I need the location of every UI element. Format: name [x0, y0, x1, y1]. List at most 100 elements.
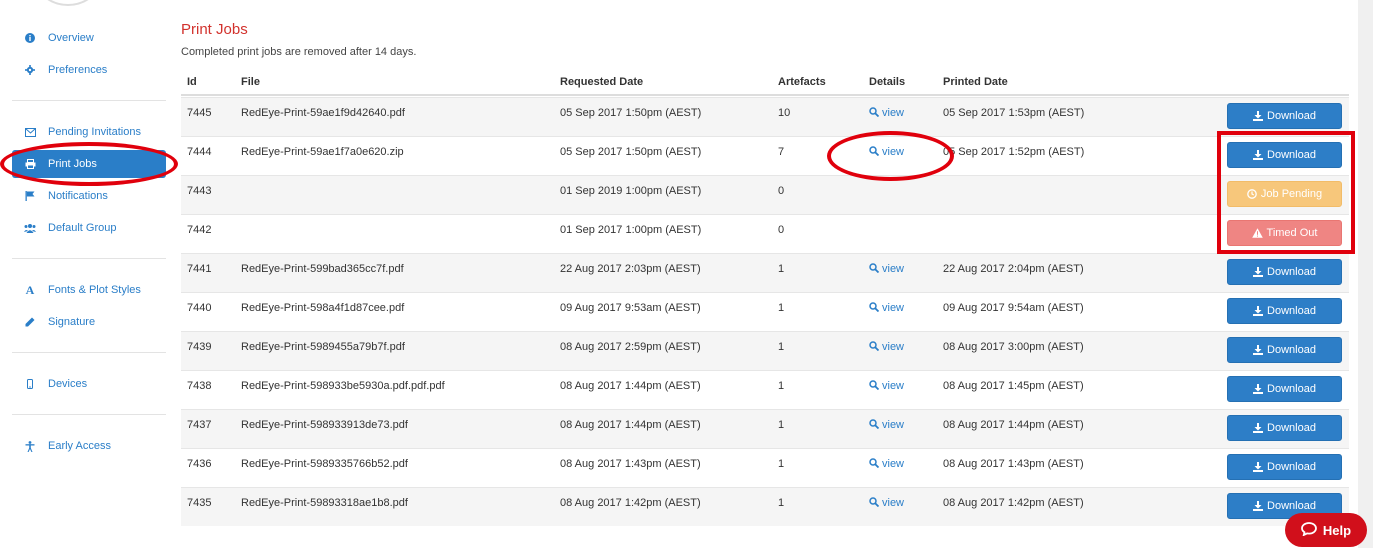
- download-button[interactable]: Download: [1227, 259, 1342, 285]
- divider: [12, 100, 166, 101]
- sidebar-item-label: Devices: [48, 378, 88, 390]
- pencil-icon: [12, 317, 48, 327]
- artefacts-count: 1: [778, 263, 785, 275]
- job-id: 7440: [187, 302, 212, 314]
- job-id: 7444: [187, 146, 212, 158]
- view-details-link[interactable]: view: [869, 302, 904, 315]
- view-label: view: [882, 302, 905, 314]
- download-button[interactable]: Download: [1227, 454, 1342, 480]
- divider: [12, 352, 166, 353]
- column-header-requested-date: Requested Date: [560, 76, 644, 88]
- info-circle-icon: [12, 33, 48, 43]
- artefacts-count: 7: [778, 146, 785, 158]
- mobile-icon: [12, 379, 48, 389]
- annotation-ellipse-print-jobs: [0, 142, 178, 186]
- page-subtitle: Completed print jobs are removed after 1…: [181, 46, 417, 58]
- button-label: Download: [1267, 422, 1316, 434]
- requested-date: 08 Aug 2017 1:44pm (AEST): [560, 419, 701, 431]
- gear-icon: [12, 65, 48, 75]
- printed-date: 05 Sep 2017 1:53pm (AEST): [943, 107, 1085, 119]
- sidebar-item-early-access[interactable]: Early Access: [12, 432, 166, 460]
- envelope-icon: [12, 127, 48, 137]
- button-label: Download: [1267, 305, 1316, 317]
- table-row: 7436 RedEye-Print-5989335766b52.pdf 08 Aug…: [181, 448, 1349, 487]
- button-label: Download: [1267, 344, 1316, 356]
- view-details-link[interactable]: view: [869, 419, 904, 432]
- search-icon: [869, 458, 880, 471]
- download-icon: [1253, 267, 1264, 277]
- job-id: 7436: [187, 458, 212, 470]
- requested-date: 08 Aug 2017 1:44pm (AEST): [560, 380, 701, 392]
- table-body: 7445 RedEye-Print-59ae1f9d42640.pdf 05 Sep…: [181, 97, 1349, 526]
- artefacts-count: 1: [778, 341, 785, 353]
- printed-date: 08 Aug 2017 3:00pm (AEST): [943, 341, 1084, 353]
- help-button[interactable]: Help: [1285, 513, 1367, 547]
- download-icon: [1253, 462, 1264, 472]
- requested-date: 09 Aug 2017 9:53am (AEST): [560, 302, 701, 314]
- search-icon: [869, 497, 880, 510]
- table-row: 7440 RedEye-Print-598a4f1d87cee.pdf 09 Aug…: [181, 292, 1349, 331]
- table-row: 7445 RedEye-Print-59ae1f9d42640.pdf 05 Sep…: [181, 97, 1349, 136]
- printed-date: 22 Aug 2017 2:04pm (AEST): [943, 263, 1084, 275]
- table-row: 7442 01 Sep 2017 1:00pm (AEST) 0 Timed Out: [181, 214, 1349, 253]
- view-label: view: [882, 107, 905, 119]
- view-details-link[interactable]: view: [869, 458, 904, 471]
- sidebar: Overview Preferences Pending Invitations…: [12, 0, 166, 548]
- view-details-link[interactable]: view: [869, 497, 904, 510]
- download-button[interactable]: Download: [1227, 103, 1342, 129]
- download-button[interactable]: Download: [1227, 376, 1342, 402]
- sidebar-item-label: Fonts & Plot Styles: [48, 284, 141, 296]
- job-id: 7438: [187, 380, 212, 392]
- table-row: 7437 RedEye-Print-598933913de73.pdf 08 Aug…: [181, 409, 1349, 448]
- button-label: Download: [1267, 266, 1316, 278]
- job-id: 7437: [187, 419, 212, 431]
- file-name: RedEye-Print-59ae1f7a0e620.zip: [241, 146, 404, 158]
- view-label: view: [882, 458, 905, 470]
- requested-date: 01 Sep 2019 1:00pm (AEST): [560, 185, 702, 197]
- view-details-link[interactable]: view: [869, 380, 904, 393]
- page: Overview Preferences Pending Invitations…: [0, 0, 1358, 548]
- view-details-link[interactable]: view: [869, 263, 904, 276]
- download-button[interactable]: Download: [1227, 298, 1342, 324]
- view-details-link[interactable]: view: [869, 107, 904, 120]
- sidebar-item-fonts-plot-styles[interactable]: A Fonts & Plot Styles: [12, 276, 166, 304]
- file-name: RedEye-Print-59ae1f9d42640.pdf: [241, 107, 405, 119]
- sidebar-item-devices[interactable]: Devices: [12, 370, 166, 398]
- artefacts-count: 0: [778, 224, 785, 236]
- download-button[interactable]: Download: [1227, 337, 1342, 363]
- printed-date: 08 Aug 2017 1:45pm (AEST): [943, 380, 1084, 392]
- column-header-file: File: [241, 76, 260, 88]
- file-name: RedEye-Print-598a4f1d87cee.pdf: [241, 302, 405, 314]
- sidebar-item-default-group[interactable]: Default Group: [12, 214, 166, 242]
- printed-date: 05 Sep 2017 1:52pm (AEST): [943, 146, 1085, 158]
- download-button[interactable]: Download: [1227, 415, 1342, 441]
- job-id: 7445: [187, 107, 212, 119]
- column-header-details: Details: [869, 76, 906, 88]
- sidebar-item-label: Overview: [48, 32, 94, 44]
- job-id: 7435: [187, 497, 212, 509]
- sidebar-item-notifications[interactable]: Notifications: [12, 182, 166, 210]
- column-header-printed-date: Printed Date: [943, 76, 1008, 88]
- accessibility-icon: [12, 440, 48, 452]
- annotation-rect-status-buttons: [1217, 131, 1355, 254]
- file-name: RedEye-Print-5989335766b52.pdf: [241, 458, 408, 470]
- artefacts-count: 1: [778, 458, 785, 470]
- page-title: Print Jobs: [181, 21, 248, 38]
- button-label: Download: [1267, 461, 1316, 473]
- download-icon: [1253, 345, 1264, 355]
- sidebar-item-signature[interactable]: Signature: [12, 308, 166, 336]
- printed-date: 08 Aug 2017 1:44pm (AEST): [943, 419, 1084, 431]
- sidebar-item-label: Default Group: [48, 222, 117, 234]
- printed-date: 09 Aug 2017 9:54am (AEST): [943, 302, 1084, 314]
- view-details-link[interactable]: view: [869, 341, 904, 354]
- job-id: 7443: [187, 185, 212, 197]
- sidebar-item-label: Notifications: [48, 190, 108, 202]
- sidebar-item-overview[interactable]: Overview: [12, 24, 166, 52]
- download-icon: [1253, 111, 1264, 121]
- search-icon: [869, 341, 880, 354]
- file-name: RedEye-Print-598933913de73.pdf: [241, 419, 408, 431]
- file-name: RedEye-Print-598933be5930a.pdf.pdf.pdf: [241, 380, 445, 392]
- table-row: 7441 RedEye-Print-599bad365cc7f.pdf 22 Aug…: [181, 253, 1349, 292]
- sidebar-item-preferences[interactable]: Preferences: [12, 56, 166, 84]
- requested-date: 05 Sep 2017 1:50pm (AEST): [560, 107, 702, 119]
